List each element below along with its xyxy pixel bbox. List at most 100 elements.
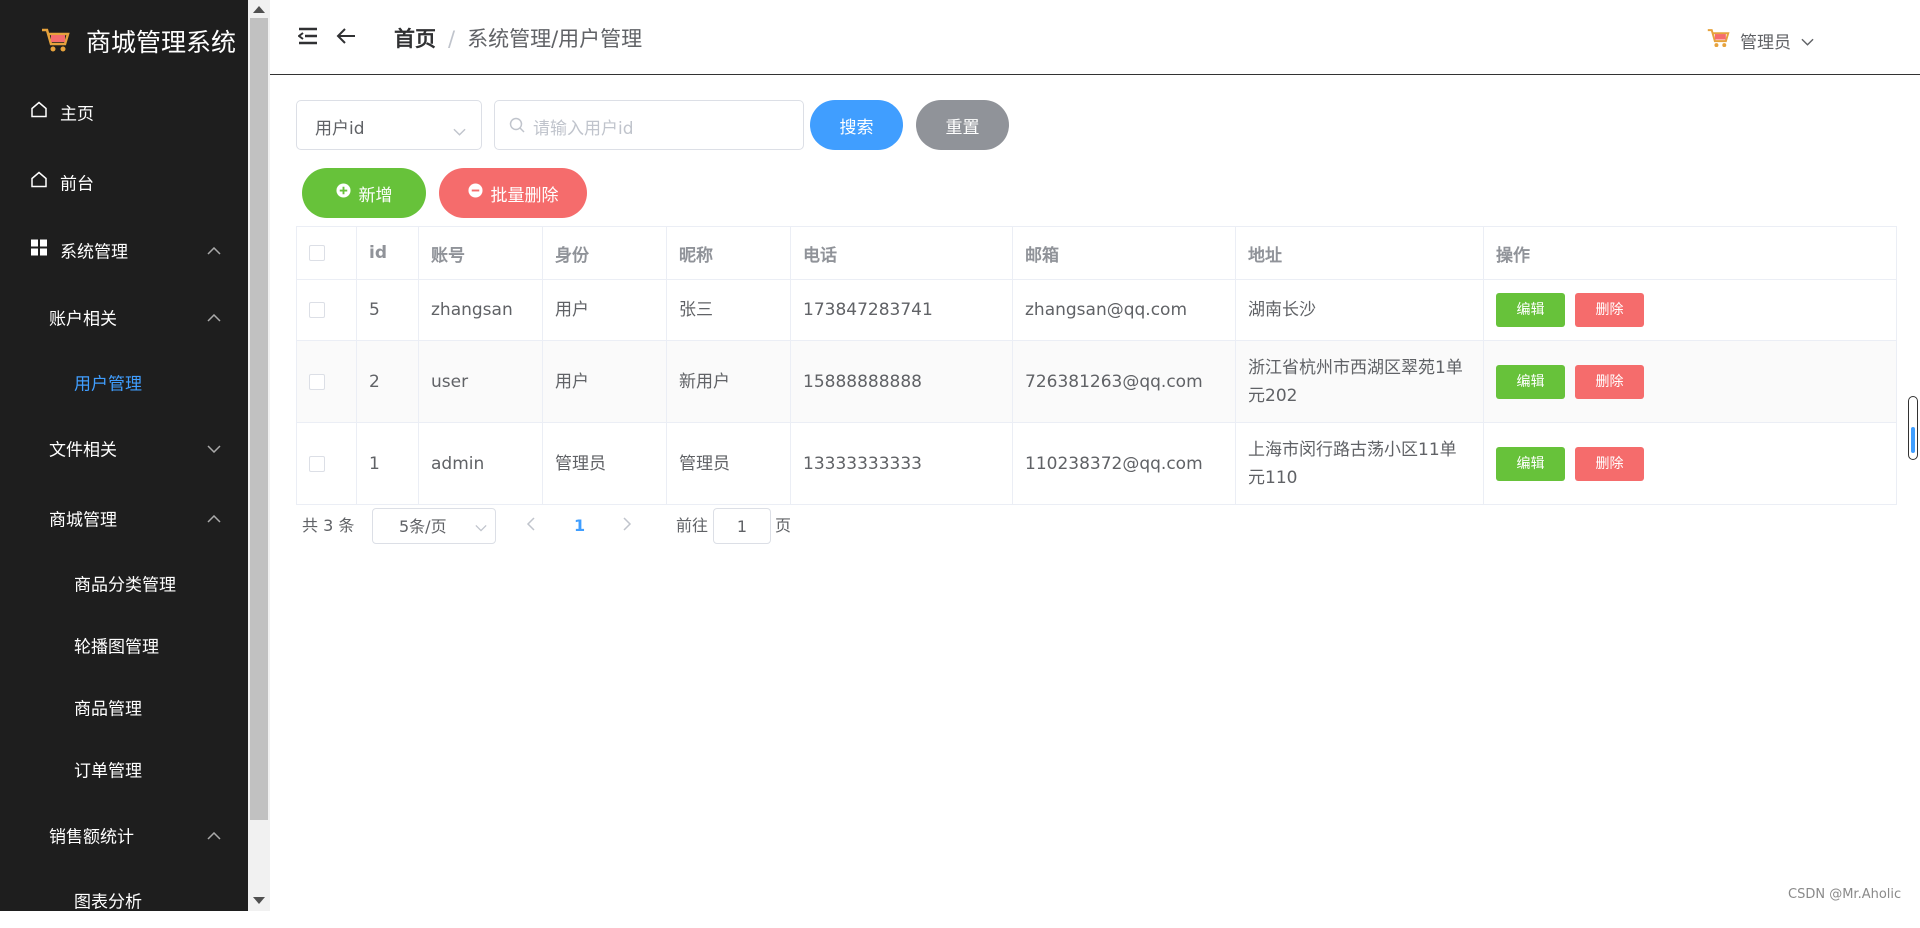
sidebar-item-category-management[interactable]: 商品分类管理 xyxy=(0,555,248,611)
chevron-down-icon xyxy=(207,438,221,458)
reset-button[interactable]: 重置 xyxy=(916,100,1009,150)
cell-role: 管理员 xyxy=(542,422,667,505)
delete-button[interactable]: 删除 xyxy=(1575,446,1644,481)
column-header: 身份 xyxy=(542,226,667,280)
sidebar-item-carousel-management[interactable]: 轮播图管理 xyxy=(0,617,248,673)
app-title: 商城管理系统 xyxy=(86,28,237,57)
next-page-icon[interactable] xyxy=(622,508,632,544)
column-header: 操作 xyxy=(1483,226,1897,280)
cell-operations: 编辑 删除 xyxy=(1483,279,1897,341)
cell-nickname: 张三 xyxy=(666,279,791,341)
chevron-up-icon xyxy=(207,825,221,845)
select-all-cell xyxy=(296,226,357,280)
row-checkbox[interactable] xyxy=(309,455,325,472)
sidebar-item-label: 销售额统计 xyxy=(49,827,134,848)
user-menu[interactable]: 管理员 xyxy=(1706,27,1814,54)
chevron-down-icon xyxy=(453,121,466,141)
plus-circle-icon xyxy=(335,183,351,203)
select-all-checkbox[interactable] xyxy=(309,245,325,261)
search-input[interactable]: 请输入用户id xyxy=(494,100,804,150)
cell-nickname: 新用户 xyxy=(666,340,791,423)
sidebar-item-chart-analysis[interactable]: 图表分析 xyxy=(0,872,248,928)
scroll-up-arrow-icon[interactable] xyxy=(253,6,265,13)
cell-address: 浙江省杭州市西湖区翠苑1单元202 xyxy=(1235,340,1484,423)
page-number-current[interactable]: 1 xyxy=(574,508,585,544)
sidebar-item-files[interactable]: 文件相关 xyxy=(0,420,248,476)
pagination-total: 共 3 条 xyxy=(302,516,355,535)
sidebar-item-home[interactable]: 主页 xyxy=(0,84,248,140)
cell-address: 湖南长沙 xyxy=(1235,279,1484,341)
chevron-up-icon xyxy=(207,240,221,260)
home-icon xyxy=(30,101,48,124)
menu-fold-icon[interactable] xyxy=(297,27,318,49)
sidebar-item-label: 主页 xyxy=(60,104,94,125)
scroll-down-arrow-icon[interactable] xyxy=(253,897,265,904)
delete-button[interactable]: 删除 xyxy=(1575,364,1644,399)
sidebar-item-label: 商品管理 xyxy=(74,699,142,720)
sidebar-item-goods-management[interactable]: 商品管理 xyxy=(0,679,248,735)
chevron-up-icon xyxy=(207,307,221,327)
cell-operations: 编辑 删除 xyxy=(1483,340,1897,423)
sidebar-item-account[interactable]: 账户相关 xyxy=(0,289,248,345)
username: 管理员 xyxy=(1740,33,1791,53)
cell-phone: 13333333333 xyxy=(790,422,1013,505)
batch-delete-button-label: 批量删除 xyxy=(490,185,559,206)
sidebar-item-mall-management[interactable]: 商城管理 xyxy=(0,490,248,546)
batch-delete-button[interactable]: 批量删除 xyxy=(439,168,587,218)
search-placeholder: 请输入用户id xyxy=(533,119,634,139)
cell-email: zhangsan@qq.com xyxy=(1012,279,1236,341)
edit-button[interactable]: 编辑 xyxy=(1496,293,1565,327)
sidebar-item-label: 文件相关 xyxy=(49,440,117,461)
row-checkbox[interactable] xyxy=(309,373,325,390)
cell-nickname: 管理员 xyxy=(666,422,791,505)
chevron-down-icon xyxy=(475,509,487,545)
sidebar-item-label: 商品分类管理 xyxy=(74,575,176,596)
column-header: 昵称 xyxy=(666,226,791,280)
search-field-select[interactable]: 用户id xyxy=(296,100,482,150)
add-button[interactable]: 新增 xyxy=(302,168,426,218)
chevron-down-icon xyxy=(1801,31,1814,51)
page-size-select[interactable]: 5条/页 xyxy=(372,508,496,544)
edit-button[interactable]: 编辑 xyxy=(1496,364,1565,399)
column-header: 电话 xyxy=(790,226,1013,280)
cell-account: user xyxy=(418,340,543,423)
home-icon xyxy=(30,171,48,194)
sidebar-item-label: 订单管理 xyxy=(74,761,142,782)
breadcrumb-current: 系统管理/用户管理 xyxy=(467,27,643,51)
row-checkbox[interactable] xyxy=(309,302,325,318)
cell-account: zhangsan xyxy=(418,279,543,341)
cell-phone: 15888888888 xyxy=(790,340,1013,423)
prev-page-icon[interactable] xyxy=(526,508,536,544)
goto-page-input[interactable]: 1 xyxy=(713,508,771,544)
sidebar-item-sales-stats[interactable]: 销售额统计 xyxy=(0,807,248,863)
grid-icon xyxy=(30,239,48,262)
goto-suffix: 页 xyxy=(775,516,792,535)
cell-email: 110238372@qq.com xyxy=(1012,422,1236,505)
cell-role: 用户 xyxy=(542,279,667,341)
edit-button[interactable]: 编辑 xyxy=(1496,446,1565,481)
sidebar-scrollbar-thumb[interactable] xyxy=(250,18,268,820)
search-field-select-value: 用户id xyxy=(315,119,365,139)
sidebar-item-label: 系统管理 xyxy=(60,242,128,263)
back-arrow-icon[interactable] xyxy=(336,27,356,49)
cell-address: 上海市闵行路古荡小区11单元110 xyxy=(1235,422,1484,505)
logo: 商城管理系统 xyxy=(0,0,248,78)
sidebar-item-user-management[interactable]: 用户管理 xyxy=(0,354,248,410)
sidebar-item-label: 用户管理 xyxy=(74,374,142,395)
table-row: 2 user 用户 新用户 15888888888 726381263@qq.c… xyxy=(296,340,1897,423)
delete-button[interactable]: 删除 xyxy=(1575,293,1644,327)
cell-id: 1 xyxy=(356,422,419,505)
page-scrollbar[interactable] xyxy=(1908,396,1918,460)
avatar-cart-icon xyxy=(1706,27,1730,54)
search-button[interactable]: 搜索 xyxy=(810,100,903,150)
column-header: 邮箱 xyxy=(1012,226,1236,280)
page-scrollbar-thumb[interactable] xyxy=(1911,427,1915,453)
watermark: CSDN @Mr.Aholic xyxy=(1788,887,1902,902)
breadcrumb-home[interactable]: 首页 xyxy=(394,27,436,51)
shopping-cart-icon xyxy=(40,26,70,58)
add-button-label: 新增 xyxy=(358,185,393,206)
sidebar-item-system-management[interactable]: 系统管理 xyxy=(0,222,248,278)
sidebar-item-frontend[interactable]: 前台 xyxy=(0,154,248,210)
cell-role: 用户 xyxy=(542,340,667,423)
sidebar-item-order-management[interactable]: 订单管理 xyxy=(0,741,248,797)
